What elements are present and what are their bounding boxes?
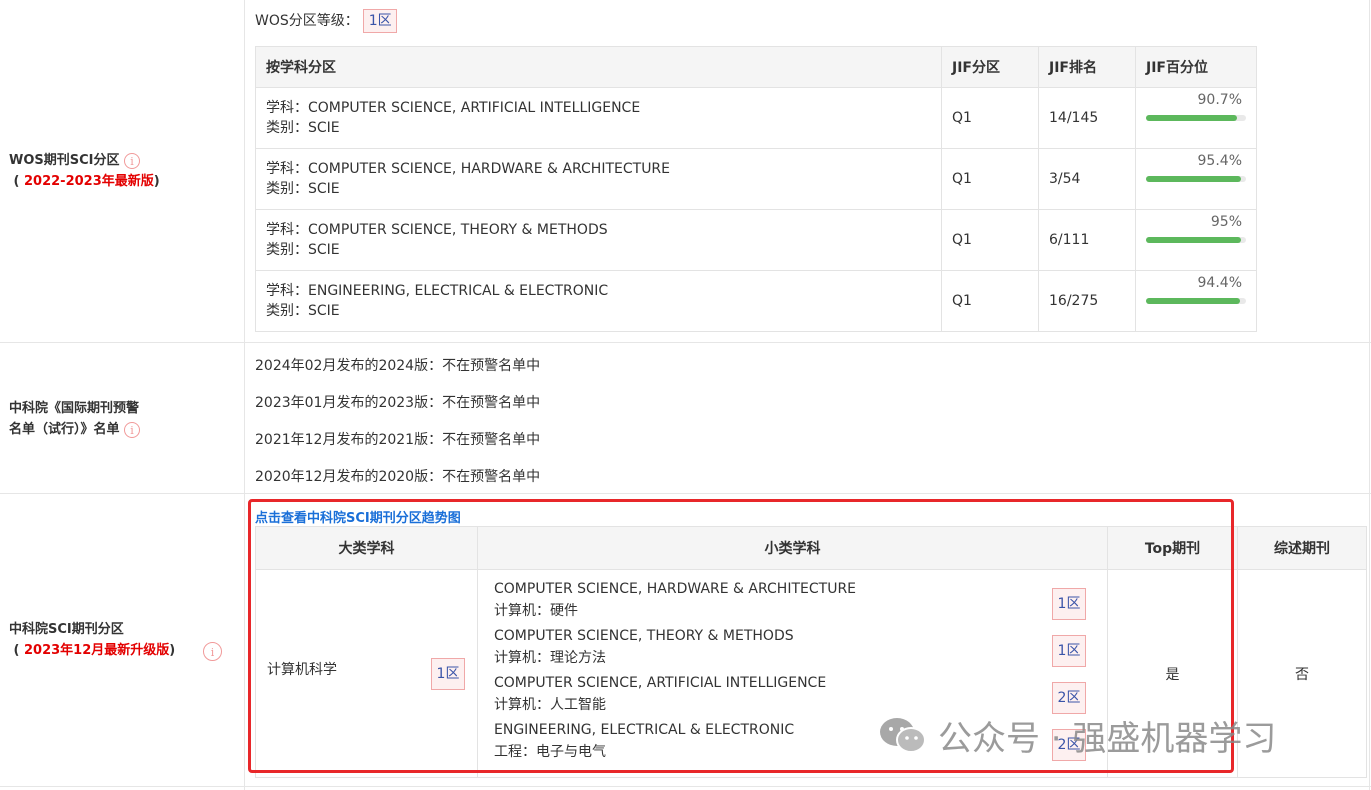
- subcategory-en: COMPUTER SCIENCE, HARDWARE & ARCHITECTUR…: [494, 581, 857, 597]
- wos-rank: 6/111: [1038, 209, 1136, 271]
- warning-item: 2020年12月发布的2020版：不在预警名单中: [255, 469, 541, 485]
- wos-section-label: WOS期刊SCI分区 i ( 2022-2023年最新版): [9, 150, 160, 192]
- info-icon[interactable]: i: [203, 642, 222, 661]
- wos-category: 类别：SCIE: [266, 303, 340, 319]
- wos-percentile-cell: 94.4%: [1135, 270, 1257, 332]
- subcategory-item: COMPUTER SCIENCE, HARDWARE & ARCHITECTUR…: [479, 578, 1106, 625]
- warning-section-label: 中科院《国际期刊预警 名单（试行）》名单 i: [9, 398, 141, 440]
- cas-header-major: 大类学科: [255, 526, 478, 570]
- subcategory-cn: 工程：电子与电气: [494, 744, 606, 760]
- cas-edition-text: 2023年12月最新升级版: [24, 643, 170, 658]
- wechat-icon: [878, 716, 928, 756]
- percentile-bar-fill: [1146, 176, 1242, 182]
- percentile-bar-fill: [1146, 115, 1237, 121]
- wos-category: 类别：SCIE: [266, 181, 340, 197]
- wos-rank: 16/275: [1038, 270, 1136, 332]
- watermark-text: 公众号 · 强盛机器学习: [938, 719, 1277, 759]
- cas-header-review: 综述期刊: [1237, 526, 1367, 570]
- wos-header-percentile: JIF百分位: [1135, 46, 1257, 88]
- major-zone-badge: 1区: [431, 658, 465, 690]
- percentile-bar: [1146, 298, 1246, 304]
- wos-row: 学科：COMPUTER SCIENCE, ARTIFICIAL INTELLIG…: [255, 87, 1257, 149]
- wos-subject: 学科：ENGINEERING, ELECTRICAL & ELECTRONIC: [266, 283, 609, 299]
- cas-label-text: 中科院SCI期刊分区: [9, 622, 124, 637]
- wos-header-rank: JIF排名: [1038, 46, 1136, 88]
- wos-row: 学科：ENGINEERING, ELECTRICAL & ELECTRONIC …: [255, 270, 1257, 332]
- cas-header-minor: 小类学科: [477, 526, 1108, 570]
- wos-header-quartile: JIF分区: [941, 46, 1039, 88]
- subcategory-en: COMPUTER SCIENCE, THEORY & METHODS: [494, 628, 794, 644]
- major-subject: 计算机科学: [267, 662, 337, 678]
- wos-header-subject: 按学科分区: [255, 46, 942, 88]
- percentile-bar: [1146, 176, 1246, 182]
- info-icon[interactable]: i: [124, 421, 141, 438]
- wos-quartile: Q1: [941, 148, 1039, 210]
- cas-edition: ( 2023年12月最新升级版): [9, 643, 176, 658]
- wos-percentile-text: 95%: [1210, 214, 1242, 230]
- wos-quartile: Q1: [941, 209, 1039, 271]
- trend-chart-link[interactable]: 点击查看中科院SCI期刊分区趋势图: [255, 507, 461, 526]
- subcategory-zone-badge: 2区: [1052, 682, 1086, 714]
- percentile-bar: [1146, 237, 1246, 243]
- wos-category: 类别：SCIE: [266, 120, 340, 136]
- info-icon[interactable]: i: [124, 152, 141, 169]
- wos-label-text: WOS期刊SCI分区: [9, 153, 120, 168]
- wos-subject: 学科：COMPUTER SCIENCE, HARDWARE & ARCHITEC…: [266, 161, 671, 177]
- warning-item: 2024年02月发布的2024版：不在预警名单中: [255, 358, 541, 374]
- percentile-bar-fill: [1146, 298, 1241, 304]
- wos-grade-badge: 1区: [363, 9, 398, 33]
- subcategory-zone-badge: 1区: [1052, 588, 1086, 620]
- wos-subject-cell: 学科：COMPUTER SCIENCE, THEORY & METHODS 类别…: [255, 209, 942, 271]
- wos-subject-cell: 学科：COMPUTER SCIENCE, ARTIFICIAL INTELLIG…: [255, 87, 942, 149]
- subcategory-en: COMPUTER SCIENCE, ARTIFICIAL INTELLIGENC…: [494, 675, 827, 691]
- wos-row: 学科：COMPUTER SCIENCE, HARDWARE & ARCHITEC…: [255, 148, 1257, 210]
- wos-percentile-cell: 95%: [1135, 209, 1257, 271]
- wos-percentile-cell: 95.4%: [1135, 148, 1257, 210]
- watermark: 公众号 · 强盛机器学习: [878, 711, 1276, 760]
- wos-percentile-text: 90.7%: [1197, 92, 1242, 108]
- wos-subject-cell: 学科：COMPUTER SCIENCE, HARDWARE & ARCHITEC…: [255, 148, 942, 210]
- warning-item: 2021年12月发布的2021版：不在预警名单中: [255, 432, 541, 448]
- wos-category: 类别：SCIE: [266, 242, 340, 258]
- subcategory-cn: 计算机：理论方法: [494, 650, 606, 666]
- wos-percentile-text: 94.4%: [1197, 275, 1242, 291]
- wos-rank: 14/145: [1038, 87, 1136, 149]
- wos-grade-label: WOS分区等级：: [255, 13, 359, 29]
- wos-edition-text: 2022-2023年最新版: [24, 174, 154, 189]
- subcategory-en: ENGINEERING, ELECTRICAL & ELECTRONIC: [494, 722, 795, 738]
- major-subject-cell: 计算机科学 1区: [255, 569, 478, 778]
- warning-label-line1: 中科院《国际期刊预警: [9, 401, 140, 416]
- subcategory-zone-badge: 1区: [1052, 635, 1086, 667]
- wos-row: 学科：COMPUTER SCIENCE, THEORY & METHODS 类别…: [255, 209, 1257, 271]
- wos-rank: 3/54: [1038, 148, 1136, 210]
- wos-subject: 学科：COMPUTER SCIENCE, ARTIFICIAL INTELLIG…: [266, 100, 641, 116]
- wos-quartile: Q1: [941, 87, 1039, 149]
- wos-subject-cell: 学科：ENGINEERING, ELECTRICAL & ELECTRONIC …: [255, 270, 942, 332]
- wos-percentile-cell: 90.7%: [1135, 87, 1257, 149]
- cas-header-top: Top期刊: [1107, 526, 1238, 570]
- wos-edition: ( 2022-2023年最新版): [9, 174, 160, 189]
- percentile-bar: [1146, 115, 1246, 121]
- subcategory-cn: 计算机：硬件: [494, 603, 578, 619]
- wos-table: 按学科分区 JIF分区 JIF排名 JIF百分位 学科：COMPUTER SCI…: [255, 46, 1257, 332]
- subcategory-item: COMPUTER SCIENCE, THEORY & METHODS 计算机：理…: [479, 625, 1106, 672]
- percentile-bar-fill: [1146, 237, 1241, 243]
- warning-item: 2023年01月发布的2023版：不在预警名单中: [255, 395, 541, 411]
- wos-percentile-text: 95.4%: [1197, 153, 1242, 169]
- wos-quartile: Q1: [941, 270, 1039, 332]
- wos-subject: 学科：COMPUTER SCIENCE, THEORY & METHODS: [266, 222, 608, 238]
- subcategory-cn: 计算机：人工智能: [494, 697, 606, 713]
- wos-grade: WOS分区等级： 1区: [255, 9, 398, 33]
- warning-label-line2: 名单（试行）》名单: [9, 422, 120, 437]
- cas-section-label: 中科院SCI期刊分区 ( 2023年12月最新升级版): [9, 619, 175, 661]
